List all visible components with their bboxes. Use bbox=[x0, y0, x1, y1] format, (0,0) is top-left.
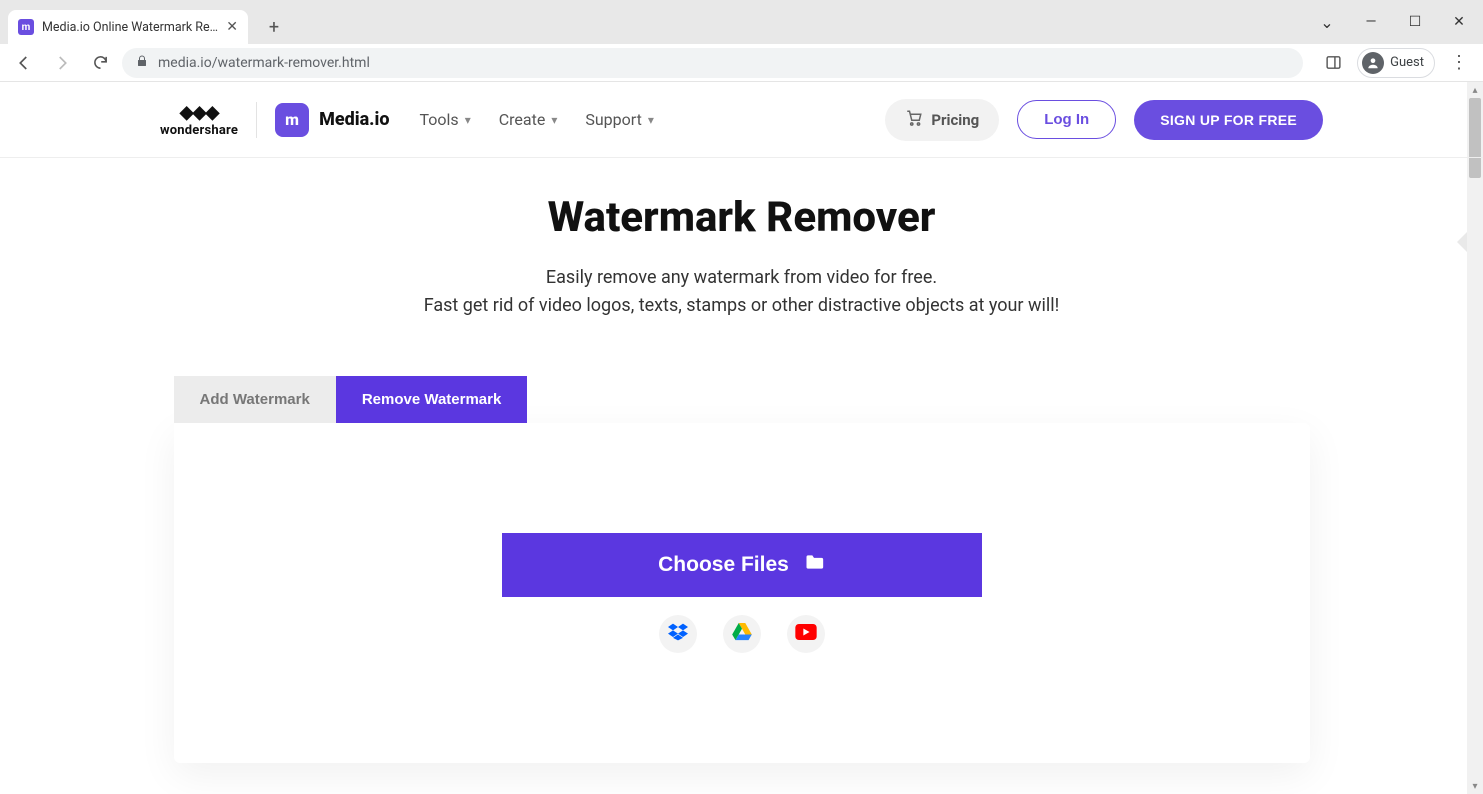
tab-search-icon[interactable]: ⌄ bbox=[1307, 6, 1347, 38]
tab-remove-watermark[interactable]: Remove Watermark bbox=[336, 376, 528, 423]
nav-create-label: Create bbox=[499, 110, 546, 129]
wondershare-mark-icon: ◆◆◆ bbox=[180, 102, 219, 123]
browser-toolbar: media.io/watermark-remover.html Guest ⋮ bbox=[0, 44, 1483, 82]
wondershare-text: wondershare bbox=[160, 123, 238, 138]
chevron-down-icon: ▾ bbox=[551, 113, 557, 127]
url-host: media.io/watermark-remover.html bbox=[158, 55, 370, 71]
window-controls: ⌄ — ☐ ✕ bbox=[1307, 0, 1479, 44]
minimize-window-icon[interactable]: — bbox=[1351, 6, 1391, 38]
scrollbar-down-icon[interactable]: ▾ bbox=[1467, 778, 1483, 794]
header-actions: Pricing Log In SIGN UP FOR FREE bbox=[885, 99, 1323, 141]
youtube-icon bbox=[795, 624, 817, 644]
main-nav: Tools ▾ Create ▾ Support ▾ bbox=[420, 110, 654, 129]
nav-support[interactable]: Support ▾ bbox=[585, 110, 654, 129]
nav-support-label: Support bbox=[585, 110, 641, 129]
close-tab-icon[interactable]: ✕ bbox=[226, 19, 238, 35]
address-bar[interactable]: media.io/watermark-remover.html bbox=[122, 48, 1303, 78]
tool-section: Add Watermark Remove Watermark Choose Fi… bbox=[174, 376, 1310, 763]
page-subtitle: Easily remove any watermark from video f… bbox=[20, 264, 1463, 320]
google-drive-icon bbox=[732, 623, 752, 645]
youtube-source[interactable] bbox=[787, 615, 825, 653]
forward-button-icon bbox=[46, 47, 78, 79]
pricing-button[interactable]: Pricing bbox=[885, 99, 999, 141]
nav-tools-label: Tools bbox=[420, 110, 459, 129]
tab-add-watermark[interactable]: Add Watermark bbox=[174, 376, 336, 423]
signup-button[interactable]: SIGN UP FOR FREE bbox=[1134, 100, 1323, 140]
chevron-down-icon: ▾ bbox=[648, 113, 654, 127]
profile-chip[interactable]: Guest bbox=[1357, 48, 1435, 78]
wondershare-logo[interactable]: ◆◆◆ wondershare bbox=[160, 102, 238, 138]
choose-files-button[interactable]: Choose Files bbox=[502, 533, 982, 597]
side-panel-icon[interactable] bbox=[1317, 47, 1349, 79]
cart-icon bbox=[905, 109, 923, 131]
site-header: ◆◆◆ wondershare m Media.io Tools ▾ Creat… bbox=[0, 82, 1483, 158]
tool-tabs: Add Watermark Remove Watermark bbox=[174, 376, 1310, 423]
page-title: Watermark Remover bbox=[20, 193, 1463, 242]
scrollbar[interactable]: ▴ ▾ bbox=[1467, 82, 1483, 794]
mediaio-logo[interactable]: m Media.io bbox=[275, 103, 389, 137]
upload-sources bbox=[659, 615, 825, 653]
lock-icon bbox=[136, 54, 148, 71]
hero: Watermark Remover Easily remove any wate… bbox=[0, 158, 1483, 320]
chevron-down-icon: ▾ bbox=[465, 113, 471, 127]
folder-icon bbox=[803, 552, 825, 578]
dropbox-icon bbox=[668, 623, 688, 645]
browser-tab-active[interactable]: m Media.io Online Watermark Rem… ✕ bbox=[8, 10, 248, 44]
pricing-label: Pricing bbox=[931, 111, 979, 129]
tool-panel: Choose Files bbox=[174, 423, 1310, 763]
avatar-icon bbox=[1362, 52, 1384, 74]
tab-strip: m Media.io Online Watermark Rem… ✕ + ⌄ —… bbox=[0, 0, 1483, 44]
reload-button-icon[interactable] bbox=[84, 47, 116, 79]
new-tab-button[interactable]: + bbox=[260, 13, 288, 41]
profile-label: Guest bbox=[1390, 55, 1424, 70]
browser-menu-icon[interactable]: ⋮ bbox=[1443, 52, 1475, 73]
choose-files-label: Choose Files bbox=[658, 553, 789, 577]
maximize-window-icon[interactable]: ☐ bbox=[1395, 6, 1435, 38]
tab-title: Media.io Online Watermark Rem… bbox=[42, 20, 218, 35]
browser-chrome: m Media.io Online Watermark Rem… ✕ + ⌄ —… bbox=[0, 0, 1483, 82]
back-button-icon[interactable] bbox=[8, 47, 40, 79]
page-content: ▴ ▾ ◆◆◆ wondershare m Media.io Tools ▾ C… bbox=[0, 82, 1483, 794]
mediaio-text: Media.io bbox=[319, 109, 389, 130]
dropbox-source[interactable] bbox=[659, 615, 697, 653]
vertical-divider bbox=[256, 102, 257, 138]
nav-create[interactable]: Create ▾ bbox=[499, 110, 558, 129]
login-button[interactable]: Log In bbox=[1017, 100, 1116, 139]
mediaio-mark-icon: m bbox=[275, 103, 309, 137]
side-panel-nub[interactable] bbox=[1457, 232, 1467, 252]
nav-tools[interactable]: Tools ▾ bbox=[420, 110, 471, 129]
google-drive-source[interactable] bbox=[723, 615, 761, 653]
close-window-icon[interactable]: ✕ bbox=[1439, 6, 1479, 38]
tab-favicon: m bbox=[18, 19, 34, 35]
